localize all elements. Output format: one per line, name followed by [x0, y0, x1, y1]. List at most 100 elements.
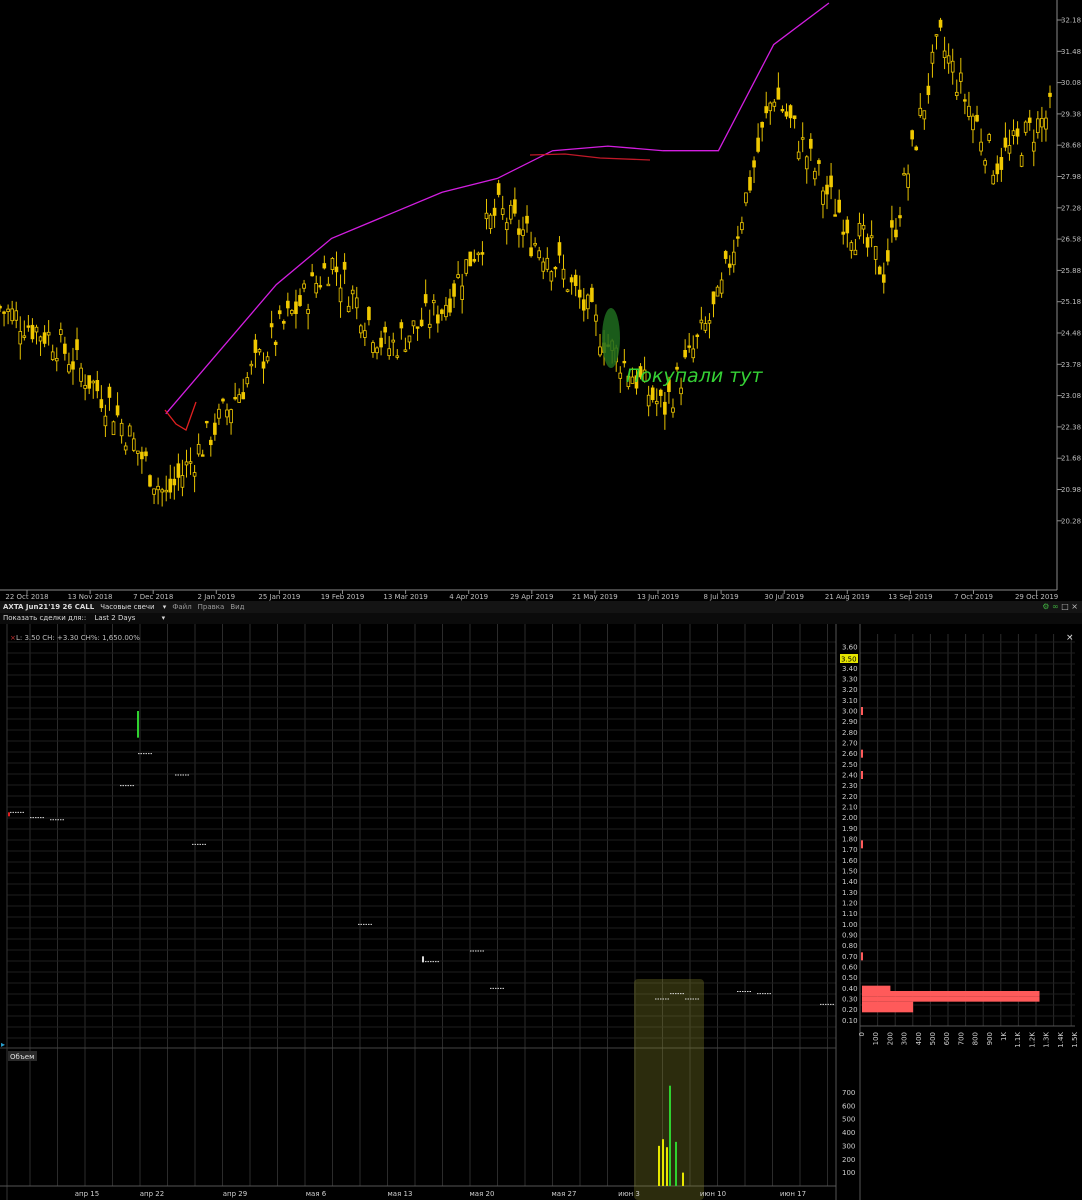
candle: [509, 204, 513, 220]
price-tick-label: 30.08: [1061, 79, 1081, 87]
price-tick-label: 25.18: [1061, 298, 1081, 306]
price-tick-label: 2.50: [842, 761, 858, 769]
option-price-chart[interactable]: 3.60 3.503.40 3.30 3.20 3.10 3.00 2.90 2.80 2.70…: [0, 624, 1082, 1200]
date-tick-label: 13 Mar 2019: [383, 593, 427, 601]
volume-bar: [675, 1141, 677, 1186]
candle: [395, 355, 400, 358]
candle: [914, 146, 919, 151]
candle: [671, 407, 675, 413]
candle: [586, 294, 590, 310]
dropdown-arrow-icon[interactable]: ▾: [162, 614, 166, 622]
candle: [695, 334, 700, 337]
trades-filter-select[interactable]: Last 2 Days: [94, 614, 135, 622]
candle: [950, 60, 955, 73]
price-tick-label: 23.78: [1061, 361, 1081, 369]
profile-tick-label: 200: [886, 1032, 894, 1045]
candle: [983, 160, 987, 166]
candle: [310, 272, 314, 277]
candle: [1040, 117, 1044, 128]
link-icon[interactable]: ∞: [1052, 602, 1059, 611]
candle: [387, 348, 391, 357]
candle: [79, 367, 83, 382]
settings-icon[interactable]: ⚙: [1042, 602, 1049, 611]
price-tick-label: 1.50: [842, 868, 858, 876]
candle: [294, 301, 298, 315]
candle: [825, 184, 829, 195]
candle: [971, 115, 975, 131]
candle: [99, 399, 104, 409]
date-tick-label: мая 27: [552, 1190, 577, 1198]
candle: [87, 375, 91, 389]
candle: [241, 392, 246, 400]
price-tick-label: 20.28: [1061, 517, 1081, 525]
candle: [577, 289, 582, 298]
candle: [257, 349, 262, 353]
candle: [881, 274, 886, 283]
candle: [379, 337, 383, 348]
candle: [691, 348, 696, 359]
candle: [991, 174, 996, 185]
candle: [209, 439, 213, 446]
close-profile-icon[interactable]: ×: [1066, 633, 1074, 643]
candle: [723, 251, 728, 259]
date-tick-label: мая 6: [306, 1190, 327, 1198]
price-tick-label: 2.10: [842, 804, 858, 812]
candle: [221, 398, 225, 402]
candle: [975, 114, 979, 122]
candle: [946, 55, 951, 64]
close-series-icon[interactable]: ×: [10, 634, 16, 642]
candle: [521, 229, 525, 236]
candle: [756, 137, 760, 152]
price-tick-label: 0.30: [842, 996, 858, 1004]
price-tick-label: 27.28: [1061, 204, 1081, 212]
candle: [375, 347, 379, 354]
candle: [744, 192, 748, 204]
menu-edit[interactable]: Правка: [198, 603, 225, 611]
candle: [103, 415, 108, 427]
period-selector[interactable]: Часовые свечи ▾: [100, 603, 166, 611]
candle: [107, 386, 112, 398]
candle: [436, 314, 440, 324]
candle: [809, 138, 813, 149]
candle: [123, 445, 128, 451]
menu-file[interactable]: Файл: [172, 603, 191, 611]
candle: [740, 222, 744, 231]
price-tick-label: 2.80: [842, 729, 858, 737]
candle: [573, 274, 578, 286]
profile-mark: [861, 749, 863, 758]
profile-tick-label: 1.1K: [1014, 1032, 1022, 1048]
close-icon[interactable]: ×: [1071, 602, 1078, 611]
price-tick-label: 1.20: [842, 900, 858, 908]
window-controls: ⚙ ∞ □ ×: [1042, 601, 1078, 613]
top-price-chart[interactable]: Покупали тут 32.18 31.48 30.08 29.38 28.68 27…: [0, 0, 1082, 601]
candle: [346, 305, 351, 313]
candle: [359, 325, 363, 334]
price-tick-label: 1.90: [842, 825, 858, 833]
candle: [553, 266, 558, 270]
maximize-icon[interactable]: □: [1061, 602, 1069, 611]
date-tick-label: июн 3: [618, 1190, 640, 1198]
candle: [213, 422, 217, 435]
candle: [63, 343, 67, 354]
candle: [886, 250, 890, 262]
candle: [618, 372, 623, 379]
candle: [468, 251, 473, 267]
symbol-selector[interactable]: AXTA Jun21'19 26 CALL: [3, 603, 94, 611]
candle: [448, 298, 452, 313]
candle: [440, 309, 444, 314]
price-tick-label: 32.18: [1061, 17, 1081, 25]
candle: [54, 358, 59, 362]
candle: [127, 425, 132, 437]
candle: [314, 283, 319, 294]
candle: [363, 330, 367, 338]
candle: [415, 326, 420, 329]
menu-view[interactable]: Вид: [230, 603, 244, 611]
candle: [34, 326, 39, 333]
candle: [30, 324, 35, 340]
candle: [148, 475, 152, 487]
profile-mark: [861, 771, 863, 779]
candle: [760, 121, 764, 128]
scroll-handle-icon[interactable]: ▸: [1, 1040, 5, 1049]
candle: [703, 323, 708, 331]
date-tick-label: 4 Apr 2019: [449, 593, 488, 601]
